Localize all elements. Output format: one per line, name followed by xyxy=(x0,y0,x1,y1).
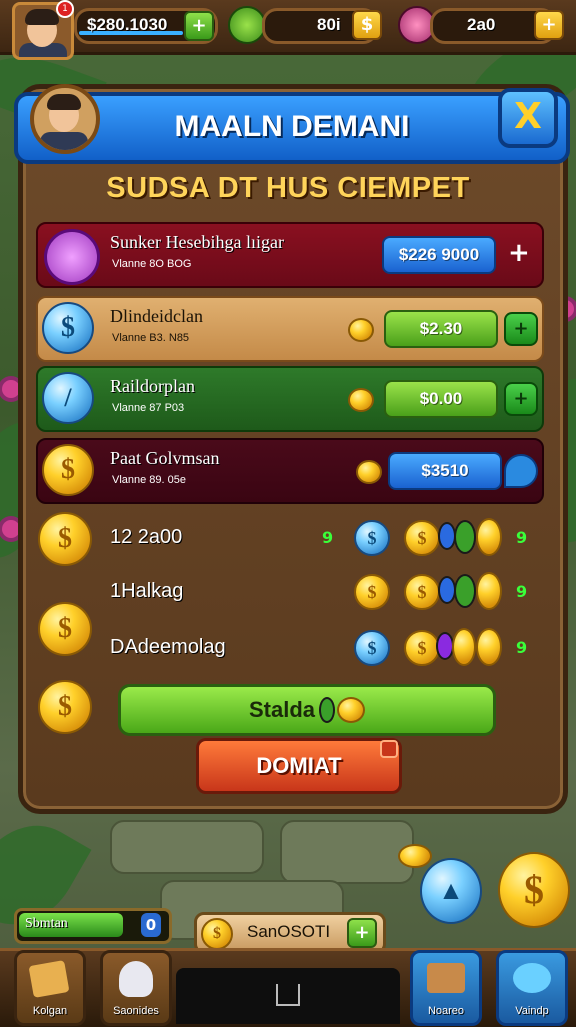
tile-label: Vaindp xyxy=(515,1005,549,1017)
shop-row[interactable]: $ Paat Golvmsan Vlanne 89. 05e $3510 xyxy=(36,438,544,504)
progress-label: Sbmtan xyxy=(25,916,68,931)
home-icon[interactable] xyxy=(276,984,300,1006)
avatar-suit xyxy=(40,132,88,150)
gold-coin-icon: $ xyxy=(38,512,92,566)
row-sub: Vlanne 89. 05e xyxy=(112,474,187,486)
coin-icon xyxy=(348,318,374,342)
row-sub: Vlanne 87 P03 xyxy=(112,402,185,414)
blue-tool-icon: / xyxy=(42,372,94,424)
row-sub: Vlanne B3. N85 xyxy=(112,332,190,344)
plus-icon[interactable]: + xyxy=(508,238,530,268)
gold-coin-icon: $ xyxy=(404,630,440,666)
coins-value: 80i xyxy=(317,15,341,34)
gems-value: 2a0 xyxy=(467,15,496,34)
tile-label: Kolgan xyxy=(32,1005,68,1017)
stat-label: 12 2a00 xyxy=(110,526,183,548)
avatar-hair xyxy=(47,94,81,110)
row-name: Paat Golvmsan xyxy=(110,448,220,468)
blue-coin-icon: $ xyxy=(354,630,390,666)
row-sub: Vlanne 8O BOG xyxy=(112,258,192,270)
notification-badge: 1 xyxy=(56,0,74,18)
bird-icon xyxy=(513,963,551,993)
shop-row[interactable]: $ Dlindeidclan Vlanne B3. N85 $2.30 + xyxy=(36,296,544,362)
tile-saonides[interactable]: Saonides xyxy=(100,950,172,1026)
center-label: SanOSOTI xyxy=(247,922,331,941)
stone-tile xyxy=(280,820,414,884)
gold-coin-icon: $ xyxy=(42,444,94,496)
confirm-button[interactable]: Stalda xyxy=(118,684,496,736)
donate-button[interactable]: DOMIAT xyxy=(196,738,402,794)
tile-noareo[interactable]: Noareo xyxy=(410,950,482,1026)
avatar-hair xyxy=(25,9,59,25)
donate-badge-icon xyxy=(380,740,398,758)
leaf-coin-icon xyxy=(228,6,266,44)
add-coins-button[interactable]: $ xyxy=(352,10,382,40)
ghost-icon xyxy=(119,961,153,997)
gold-coin-icon: $ xyxy=(354,574,390,610)
armor-icon xyxy=(44,229,100,285)
buy-button[interactable]: $3510 xyxy=(388,452,502,490)
gold-coin-icon xyxy=(476,518,502,556)
green-gem-icon xyxy=(454,574,476,608)
big-coin-button[interactable]: $ xyxy=(498,852,570,928)
confirm-label: Stalda xyxy=(249,697,316,722)
buy-button[interactable]: $226 9000 xyxy=(382,236,496,274)
tile-kolgan[interactable]: Kolgan xyxy=(14,950,86,1026)
add-money-button[interactable]: + xyxy=(184,11,214,41)
tile-label: Saonides xyxy=(113,1005,159,1017)
small-leaf-icon: 9 xyxy=(516,582,528,601)
stat-label: DAdeemolag xyxy=(110,636,226,658)
stat-label: 1Halkag xyxy=(110,580,184,602)
green-gem-icon xyxy=(454,520,476,554)
shield-button[interactable]: ▲ xyxy=(420,858,482,924)
blue-coin-icon: $ xyxy=(42,302,94,354)
gold-coin-ground xyxy=(398,844,432,868)
add-gems-button[interactable]: + xyxy=(534,10,564,40)
row-name: Sunker Hesebihga lıigar xyxy=(110,232,284,252)
gold-coin-icon xyxy=(476,572,502,610)
progress-badge: 0 xyxy=(141,913,161,937)
small-leaf-icon: 9 xyxy=(516,638,528,657)
chat-bubble-icon[interactable] xyxy=(504,454,538,488)
gold-coin-icon: $ xyxy=(38,680,92,734)
blue-coin-icon: $ xyxy=(354,520,390,556)
gold-coin-icon xyxy=(476,628,502,666)
gold-coin-icon: $ xyxy=(404,574,440,610)
panel-subtitle: SUDSA DT HUS CIEMPET xyxy=(106,172,470,204)
shop-row[interactable]: Sunker Hesebihga lıigar Vlanne 8O BOG $2… xyxy=(36,222,544,288)
buy-button[interactable]: $2.30 xyxy=(384,310,498,348)
gold-coin-icon xyxy=(452,628,476,666)
gold-coin-icon: $ xyxy=(38,602,92,656)
gold-coin-icon: $ xyxy=(404,520,440,556)
gold-coin-icon xyxy=(337,697,365,723)
tile-vaindp[interactable]: Vaindp xyxy=(496,950,568,1026)
add-button[interactable]: + xyxy=(347,918,377,948)
top-hud: 1 $280.1030 + 80i $ 2a0 + xyxy=(0,0,576,60)
buy-button[interactable]: $0.00 xyxy=(384,380,498,418)
money-value: $280.1030 xyxy=(87,15,168,34)
row-name: Dlindeidclan xyxy=(110,306,203,326)
tile-label: Noareo xyxy=(427,1005,465,1017)
system-nav-bar xyxy=(176,968,400,1024)
stone-tile xyxy=(110,820,264,874)
panel-avatar xyxy=(30,84,100,154)
scroll-icon xyxy=(28,960,70,998)
small-leaf-icon: 9 xyxy=(322,528,334,547)
add-button[interactable]: + xyxy=(504,382,538,416)
green-gem-icon xyxy=(319,697,335,723)
small-leaf-icon: 9 xyxy=(516,528,528,547)
progress-bar: Sbmtan 0 xyxy=(14,908,172,944)
shop-row[interactable]: / Raildorplan Vlanne 87 P03 $0.00 + xyxy=(36,366,544,432)
row-name: Raildorplan xyxy=(110,376,195,396)
coin-icon xyxy=(348,388,374,412)
coin-icon xyxy=(356,460,382,484)
gold-coin-icon: $ xyxy=(201,918,233,950)
close-button[interactable]: X xyxy=(498,88,558,148)
panel-title: MAALN DEMANI xyxy=(174,110,410,143)
add-button[interactable]: + xyxy=(504,312,538,346)
house-icon xyxy=(427,963,465,993)
